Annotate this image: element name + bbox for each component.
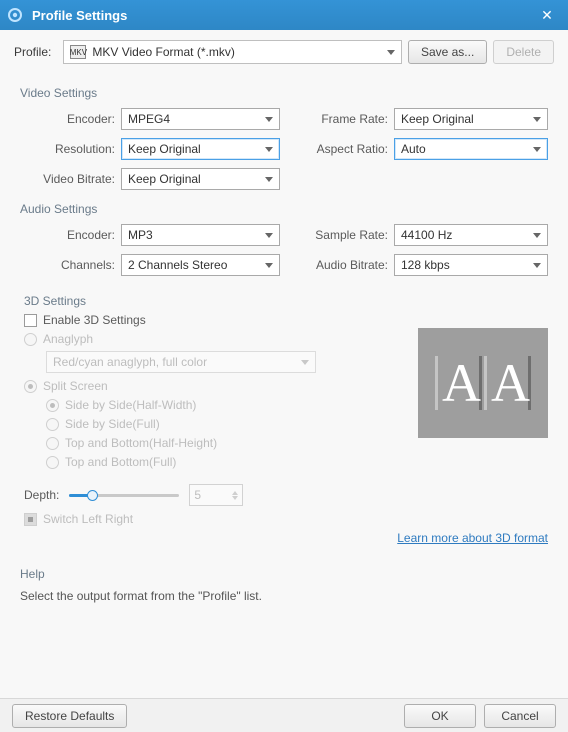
profile-select[interactable]: MKV MKV Video Format (*.mkv) — [63, 40, 402, 64]
save-as-button[interactable]: Save as... — [408, 40, 487, 64]
audio-settings-group: Audio Settings Encoder: MP3 Sample Rate:… — [20, 202, 548, 276]
video-bitrate-select[interactable]: Keep Original — [121, 168, 280, 190]
restore-defaults-button[interactable]: Restore Defaults — [12, 704, 127, 728]
sbs-full-row: Side by Side(Full) — [46, 417, 400, 431]
split-screen-radio — [24, 380, 37, 393]
video-encoder-label: Encoder: — [20, 112, 115, 126]
anaglyph-label: Anaglyph — [43, 332, 93, 346]
sbs-full-radio — [46, 418, 59, 431]
cancel-button[interactable]: Cancel — [484, 704, 556, 728]
window-title: Profile Settings — [32, 8, 532, 23]
video-group-title: Video Settings — [20, 86, 548, 100]
frame-rate-label: Frame Rate: — [298, 112, 388, 126]
video-encoder-select[interactable]: MPEG4 — [121, 108, 280, 130]
profile-row: Profile: MKV MKV Video Format (*.mkv) Sa… — [0, 30, 568, 70]
channels-select[interactable]: 2 Channels Stereo — [121, 254, 280, 276]
close-button[interactable]: ✕ — [532, 3, 562, 27]
enable-3d-row[interactable]: Enable 3D Settings — [24, 313, 400, 327]
anaglyph-radio — [24, 333, 37, 346]
audio-encoder-label: Encoder: — [20, 228, 115, 242]
three-d-preview: A A — [418, 328, 548, 438]
chevron-down-icon — [533, 263, 541, 268]
audio-bitrate-select[interactable]: 128 kbps — [394, 254, 548, 276]
anaglyph-type-select: Red/cyan anaglyph, full color — [46, 351, 316, 373]
gear-icon — [6, 6, 24, 24]
sample-rate-select[interactable]: 44100 Hz — [394, 224, 548, 246]
mkv-icon: MKV — [70, 45, 86, 59]
help-group: Help Select the output format from the "… — [20, 567, 548, 603]
channels-label: Channels: — [20, 258, 115, 272]
spin-up-icon — [232, 491, 238, 495]
chevron-down-icon — [533, 233, 541, 238]
chevron-down-icon — [265, 263, 273, 268]
split-screen-row: Split Screen — [24, 379, 400, 393]
help-group-title: Help — [20, 567, 548, 581]
chevron-down-icon — [301, 360, 309, 365]
chevron-down-icon — [265, 147, 273, 152]
delete-button: Delete — [493, 40, 554, 64]
preview-letter: A — [435, 356, 482, 410]
ok-button[interactable]: OK — [404, 704, 476, 728]
enable-3d-checkbox[interactable] — [24, 314, 37, 327]
audio-bitrate-label: Audio Bitrate: — [298, 258, 388, 272]
depth-spinner: 5 — [189, 484, 243, 506]
profile-value: MKV Video Format (*.mkv) — [92, 45, 387, 59]
learn-more-link[interactable]: Learn more about 3D format — [397, 531, 548, 545]
audio-encoder-select[interactable]: MP3 — [121, 224, 280, 246]
depth-row: Depth: 5 — [24, 484, 548, 506]
video-bitrate-label: Video Bitrate: — [20, 172, 115, 186]
spin-down-icon — [232, 496, 238, 500]
resolution-select[interactable]: Keep Original — [121, 138, 280, 160]
audio-group-title: Audio Settings — [20, 202, 548, 216]
sample-rate-label: Sample Rate: — [298, 228, 388, 242]
slider-thumb-icon[interactable] — [87, 490, 98, 501]
depth-slider[interactable] — [69, 488, 179, 502]
switch-lr-checkbox — [24, 513, 37, 526]
aspect-ratio-select[interactable]: Auto — [394, 138, 548, 160]
chevron-down-icon — [533, 117, 541, 122]
tb-half-radio — [46, 437, 59, 450]
switch-left-right-row: Switch Left Right — [24, 512, 548, 526]
settings-body: Video Settings Encoder: MPEG4 Frame Rate… — [0, 70, 568, 698]
chevron-down-icon — [387, 50, 395, 55]
titlebar: Profile Settings ✕ — [0, 0, 568, 30]
dialog-footer: Restore Defaults OK Cancel — [0, 698, 568, 732]
chevron-down-icon — [265, 117, 273, 122]
sbs-half-row: Side by Side(Half-Width) — [46, 398, 400, 412]
frame-rate-select[interactable]: Keep Original — [394, 108, 548, 130]
resolution-label: Resolution: — [20, 142, 115, 156]
chevron-down-icon — [265, 233, 273, 238]
profile-label: Profile: — [14, 45, 51, 59]
three-d-settings-group: 3D Settings Enable 3D Settings Anaglyph … — [20, 294, 548, 545]
chevron-down-icon — [533, 147, 541, 152]
video-settings-group: Video Settings Encoder: MPEG4 Frame Rate… — [20, 86, 548, 190]
enable-3d-label: Enable 3D Settings — [43, 313, 146, 327]
learn-more-row: Learn more about 3D format — [20, 531, 548, 545]
preview-letter: A — [484, 356, 531, 410]
aspect-ratio-label: Aspect Ratio: — [298, 142, 388, 156]
tb-half-row: Top and Bottom(Half-Height) — [46, 436, 400, 450]
switch-lr-label: Switch Left Right — [43, 512, 133, 526]
depth-label: Depth: — [24, 488, 59, 502]
tb-full-radio — [46, 456, 59, 469]
three-d-group-title: 3D Settings — [24, 294, 400, 308]
chevron-down-icon — [265, 177, 273, 182]
split-screen-label: Split Screen — [43, 379, 108, 393]
tb-full-row: Top and Bottom(Full) — [46, 455, 400, 469]
help-text: Select the output format from the "Profi… — [20, 589, 548, 603]
sbs-half-radio — [46, 399, 59, 412]
profile-settings-window: Profile Settings ✕ Profile: MKV MKV Vide… — [0, 0, 568, 732]
anaglyph-row: Anaglyph — [24, 332, 400, 346]
